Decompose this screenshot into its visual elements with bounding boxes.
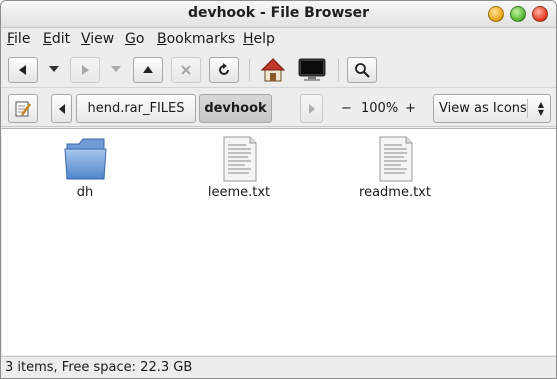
file-item-leeme[interactable]: leeme.txt bbox=[184, 135, 294, 205]
menu-bookmarks[interactable]: Bookmarks bbox=[157, 31, 235, 47]
window-title: devhook - File Browser bbox=[187, 5, 370, 21]
search-icon bbox=[355, 63, 370, 78]
edit-location-icon bbox=[15, 101, 32, 116]
location-bar: hend.rar_FILES devhook − 100% + View as … bbox=[1, 89, 556, 127]
toolbar-separator bbox=[249, 59, 250, 81]
menu-go-accel: G bbox=[125, 31, 136, 47]
menu-go-label: o bbox=[135, 31, 145, 47]
file-name: readme.txt bbox=[359, 185, 431, 200]
menu-file-label: ile bbox=[14, 31, 31, 47]
menu-help-accel: H bbox=[243, 31, 254, 47]
menu-edit-label: dit bbox=[51, 31, 71, 47]
file-item-readme[interactable]: readme.txt bbox=[340, 135, 450, 205]
menu-edit[interactable]: Edit bbox=[43, 31, 70, 47]
file-view[interactable]: dh leeme.txt readme.txt bbox=[2, 128, 556, 355]
file-name: dh bbox=[76, 185, 94, 200]
zoom-out-button[interactable]: − bbox=[341, 101, 352, 116]
computer-button[interactable] bbox=[297, 57, 327, 83]
breadcrumb-label: hend.rar_FILES bbox=[87, 101, 185, 116]
menu-go[interactable]: Go bbox=[125, 31, 144, 47]
minimize-button[interactable] bbox=[488, 6, 504, 22]
text-file-icon bbox=[223, 136, 257, 182]
forward-icon bbox=[82, 65, 89, 75]
path-scroll-left-button[interactable] bbox=[51, 94, 72, 123]
menu-view-label: iew bbox=[90, 31, 115, 47]
toolbar-separator-2 bbox=[338, 59, 339, 81]
file-item-dh[interactable]: dh bbox=[30, 135, 140, 205]
maximize-button[interactable] bbox=[510, 6, 526, 22]
menu-file-accel: F bbox=[7, 31, 15, 47]
home-icon bbox=[260, 58, 286, 82]
toggle-location-entry-button[interactable] bbox=[8, 94, 38, 123]
forward-history-dropdown[interactable] bbox=[111, 66, 121, 72]
menu-help[interactable]: Help bbox=[243, 31, 275, 47]
file-name: leeme.txt bbox=[207, 185, 271, 200]
reload-icon bbox=[219, 63, 229, 75]
zoom-in-button[interactable]: + bbox=[405, 101, 416, 116]
chevron-right-icon bbox=[308, 103, 315, 114]
menu-edit-accel: E bbox=[43, 31, 52, 47]
stop-icon bbox=[181, 65, 191, 75]
menu-view[interactable]: View bbox=[81, 31, 114, 47]
folder-icon bbox=[64, 138, 107, 180]
menu-bar: File Edit View Go Bookmarks Help bbox=[1, 29, 556, 51]
breadcrumb-label-current: devhook bbox=[204, 101, 267, 116]
back-icon bbox=[19, 65, 26, 75]
home-button[interactable] bbox=[259, 57, 287, 83]
back-button[interactable] bbox=[8, 57, 38, 83]
up-icon bbox=[143, 66, 153, 73]
breadcrumb-devhook[interactable]: devhook bbox=[199, 94, 272, 123]
menu-help-label: elp bbox=[253, 31, 275, 47]
view-mode-select[interactable]: View as Icons ▲ ▼ bbox=[433, 94, 551, 123]
stop-button[interactable] bbox=[171, 57, 201, 83]
up-button[interactable] bbox=[133, 57, 163, 83]
menu-view-accel: V bbox=[81, 31, 91, 47]
title-bar[interactable]: devhook - File Browser bbox=[1, 1, 556, 28]
reload-button[interactable] bbox=[209, 57, 239, 83]
menu-file[interactable]: File bbox=[7, 31, 30, 47]
computer-icon bbox=[298, 58, 326, 81]
breadcrumb-hend-rar-files[interactable]: hend.rar_FILES bbox=[76, 94, 196, 123]
forward-button[interactable] bbox=[70, 57, 100, 83]
back-history-dropdown[interactable] bbox=[49, 66, 59, 72]
updown-arrows-icon: ▲ ▼ bbox=[537, 100, 544, 117]
close-button[interactable] bbox=[532, 6, 548, 22]
menu-bookmarks-accel: B bbox=[157, 31, 167, 47]
file-browser-window: devhook - File Browser File Edit View Go… bbox=[0, 0, 557, 379]
zoom-level[interactable]: 100% bbox=[361, 101, 398, 116]
view-mode-separator bbox=[527, 99, 528, 118]
text-file-icon bbox=[379, 136, 413, 182]
status-bar: 3 items, Free space: 22.3 GB bbox=[1, 356, 556, 378]
view-mode-label: View as Icons bbox=[439, 101, 527, 116]
toolbar bbox=[1, 52, 556, 88]
search-button[interactable] bbox=[347, 57, 377, 83]
path-scroll-right-button[interactable] bbox=[300, 94, 323, 123]
chevron-left-icon bbox=[58, 103, 65, 114]
status-text: 3 items, Free space: 22.3 GB bbox=[5, 360, 193, 375]
menu-bookmarks-label: ookmarks bbox=[166, 31, 236, 47]
